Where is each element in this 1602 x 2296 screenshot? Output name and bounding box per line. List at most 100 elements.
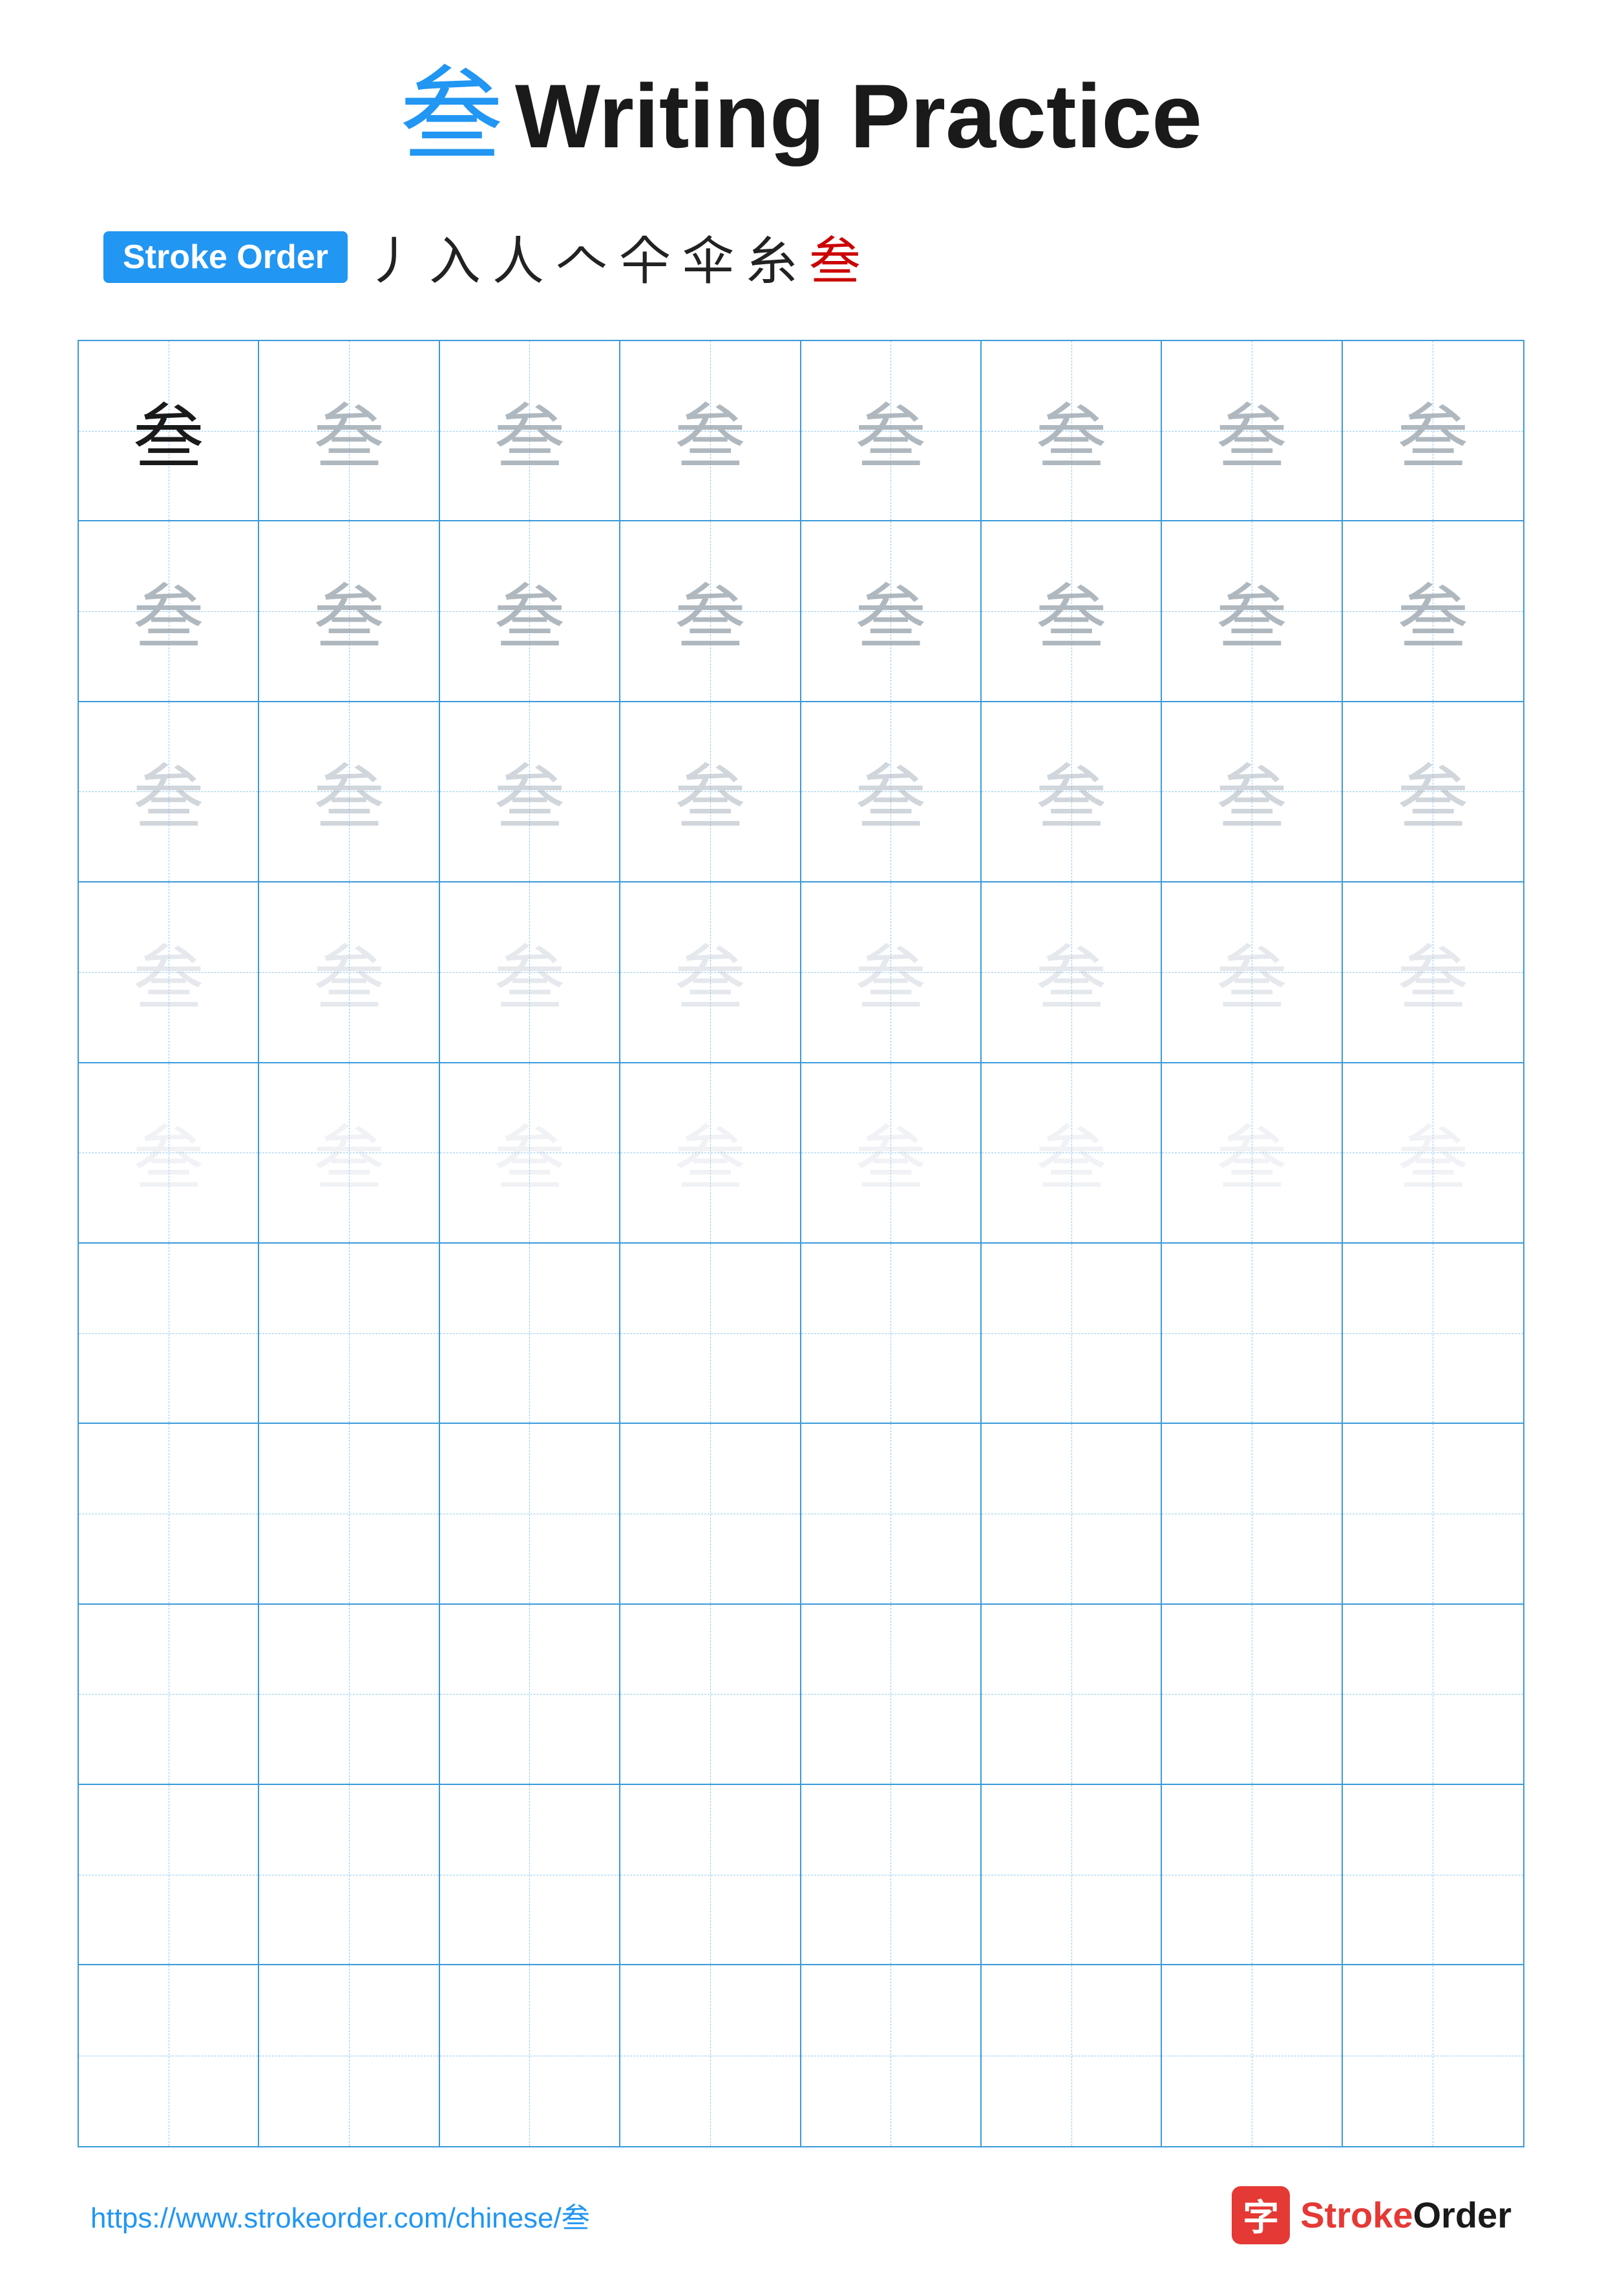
grid-cell-r6c4[interactable] [620, 1244, 801, 1424]
grid-cell-r8c3[interactable] [440, 1605, 620, 1785]
practice-char: 叁 [313, 921, 385, 1024]
grid-cell-r4c1[interactable]: 叁 [79, 882, 259, 1063]
brand-icon: 字 [1232, 2186, 1290, 2244]
stroke-step-final: 叁 [809, 220, 861, 295]
grid-cell-r5c2[interactable]: 叁 [259, 1063, 439, 1244]
grid-cell-r7c2[interactable] [259, 1424, 439, 1604]
grid-cell-r2c6[interactable]: 叁 [982, 521, 1162, 702]
grid-cell-r4c4[interactable]: 叁 [620, 882, 801, 1063]
practice-char: 叁 [1216, 379, 1287, 483]
practice-char: 叁 [1397, 559, 1468, 663]
grid-cell-r4c8[interactable]: 叁 [1343, 882, 1523, 1063]
grid-cell-r10c8[interactable] [1343, 1965, 1523, 2145]
grid-cell-r3c1[interactable]: 叁 [79, 702, 259, 882]
grid-cell-r7c1[interactable] [79, 1424, 259, 1604]
grid-cell-r9c4[interactable] [620, 1785, 801, 1965]
grid-cell-r3c6[interactable]: 叁 [982, 702, 1162, 882]
grid-cell-r6c2[interactable] [259, 1244, 439, 1424]
grid-cell-r3c2[interactable]: 叁 [259, 702, 439, 882]
practice-char: 叁 [1397, 1101, 1468, 1204]
grid-cell-r7c5[interactable] [801, 1424, 982, 1604]
grid-cell-r1c7[interactable]: 叁 [1162, 341, 1342, 521]
grid-cell-r2c1[interactable]: 叁 [79, 521, 259, 702]
grid-cell-r3c5[interactable]: 叁 [801, 702, 982, 882]
grid-cell-r7c6[interactable] [982, 1424, 1162, 1604]
grid-cell-r8c4[interactable] [620, 1605, 801, 1785]
grid-cell-r9c6[interactable] [982, 1785, 1162, 1965]
grid-cell-r3c3[interactable]: 叁 [440, 702, 620, 882]
practice-char: 叁 [313, 740, 385, 843]
stroke-sequence: 丿 入 人 𠆢 仐 伞 糸 叁 [366, 220, 861, 295]
grid-cell-r9c1[interactable] [79, 1785, 259, 1965]
grid-cell-r3c4[interactable]: 叁 [620, 702, 801, 882]
stroke-step-5: 仐 [619, 220, 671, 295]
grid-cell-r1c6[interactable]: 叁 [982, 341, 1162, 521]
stroke-step-6: 伞 [682, 220, 734, 295]
page: 叁 Writing Practice Stroke Order 丿 入 人 𠆢 … [0, 0, 1602, 2296]
grid-cell-r5c8[interactable]: 叁 [1343, 1063, 1523, 1244]
grid-cell-r9c7[interactable] [1162, 1785, 1342, 1965]
grid-cell-r5c4[interactable]: 叁 [620, 1063, 801, 1244]
grid-cell-r4c3[interactable]: 叁 [440, 882, 620, 1063]
practice-char: 叁 [1216, 740, 1287, 843]
grid-cell-r1c1[interactable]: 叁 [79, 341, 259, 521]
grid-cell-r3c7[interactable]: 叁 [1162, 702, 1342, 882]
grid-cell-r7c7[interactable] [1162, 1424, 1342, 1604]
grid-cell-r5c1[interactable]: 叁 [79, 1063, 259, 1244]
grid-cell-r2c7[interactable]: 叁 [1162, 521, 1342, 702]
grid-cell-r8c5[interactable] [801, 1605, 982, 1785]
grid-cell-r9c2[interactable] [259, 1785, 439, 1965]
grid-cell-r5c5[interactable]: 叁 [801, 1063, 982, 1244]
grid-cell-r9c8[interactable] [1343, 1785, 1523, 1965]
grid-cell-r5c6[interactable]: 叁 [982, 1063, 1162, 1244]
grid-cell-r3c8[interactable]: 叁 [1343, 702, 1523, 882]
grid-cell-r8c2[interactable] [259, 1605, 439, 1785]
practice-char: 叁 [855, 559, 926, 663]
grid-cell-r7c8[interactable] [1343, 1424, 1523, 1604]
grid-cell-r10c7[interactable] [1162, 1965, 1342, 2145]
grid-cell-r6c7[interactable] [1162, 1244, 1342, 1424]
grid-cell-r2c5[interactable]: 叁 [801, 521, 982, 702]
grid-cell-r6c3[interactable] [440, 1244, 620, 1424]
grid-cell-r4c2[interactable]: 叁 [259, 882, 439, 1063]
practice-char: 叁 [675, 1101, 746, 1204]
grid-cell-r10c1[interactable] [79, 1965, 259, 2145]
grid-cell-r7c3[interactable] [440, 1424, 620, 1604]
grid-cell-r5c7[interactable]: 叁 [1162, 1063, 1342, 1244]
grid-cell-r8c8[interactable] [1343, 1605, 1523, 1785]
grid-cell-r2c3[interactable]: 叁 [440, 521, 620, 702]
stroke-order-row: Stroke Order 丿 入 人 𠆢 仐 伞 糸 叁 [78, 220, 1524, 295]
grid-cell-r1c5[interactable]: 叁 [801, 341, 982, 521]
grid-cell-r2c4[interactable]: 叁 [620, 521, 801, 702]
grid-cell-r10c6[interactable] [982, 1965, 1162, 2145]
grid-cell-r9c5[interactable] [801, 1785, 982, 1965]
practice-char: 叁 [1036, 921, 1107, 1024]
grid-cell-r7c4[interactable] [620, 1424, 801, 1604]
grid-cell-r6c8[interactable] [1343, 1244, 1523, 1424]
grid-cell-r10c3[interactable] [440, 1965, 620, 2145]
grid-cell-r2c2[interactable]: 叁 [259, 521, 439, 702]
grid-cell-r2c8[interactable]: 叁 [1343, 521, 1523, 702]
grid-cell-r1c2[interactable]: 叁 [259, 341, 439, 521]
grid-cell-r8c6[interactable] [982, 1605, 1162, 1785]
grid-cell-r9c3[interactable] [440, 1785, 620, 1965]
grid-cell-r1c3[interactable]: 叁 [440, 341, 620, 521]
practice-char: 叁 [133, 559, 204, 663]
grid-cell-r8c7[interactable] [1162, 1605, 1342, 1785]
practice-grid: 叁 叁 叁 叁 叁 叁 叁 叁 叁 叁 叁 [78, 340, 1524, 2147]
grid-cell-r5c3[interactable]: 叁 [440, 1063, 620, 1244]
grid-cell-r4c5[interactable]: 叁 [801, 882, 982, 1063]
practice-char: 叁 [494, 559, 565, 663]
grid-cell-r4c6[interactable]: 叁 [982, 882, 1162, 1063]
grid-cell-r6c1[interactable] [79, 1244, 259, 1424]
grid-cell-r4c7[interactable]: 叁 [1162, 882, 1342, 1063]
grid-cell-r1c8[interactable]: 叁 [1343, 341, 1523, 521]
footer-url[interactable]: https://www.strokeorder.com/chinese/叁 [90, 2195, 590, 2236]
grid-cell-r8c1[interactable] [79, 1605, 259, 1785]
grid-cell-r6c6[interactable] [982, 1244, 1162, 1424]
grid-cell-r10c4[interactable] [620, 1965, 801, 2145]
grid-cell-r10c5[interactable] [801, 1965, 982, 2145]
grid-cell-r1c4[interactable]: 叁 [620, 341, 801, 521]
grid-cell-r6c5[interactable] [801, 1244, 982, 1424]
grid-cell-r10c2[interactable] [259, 1965, 439, 2145]
